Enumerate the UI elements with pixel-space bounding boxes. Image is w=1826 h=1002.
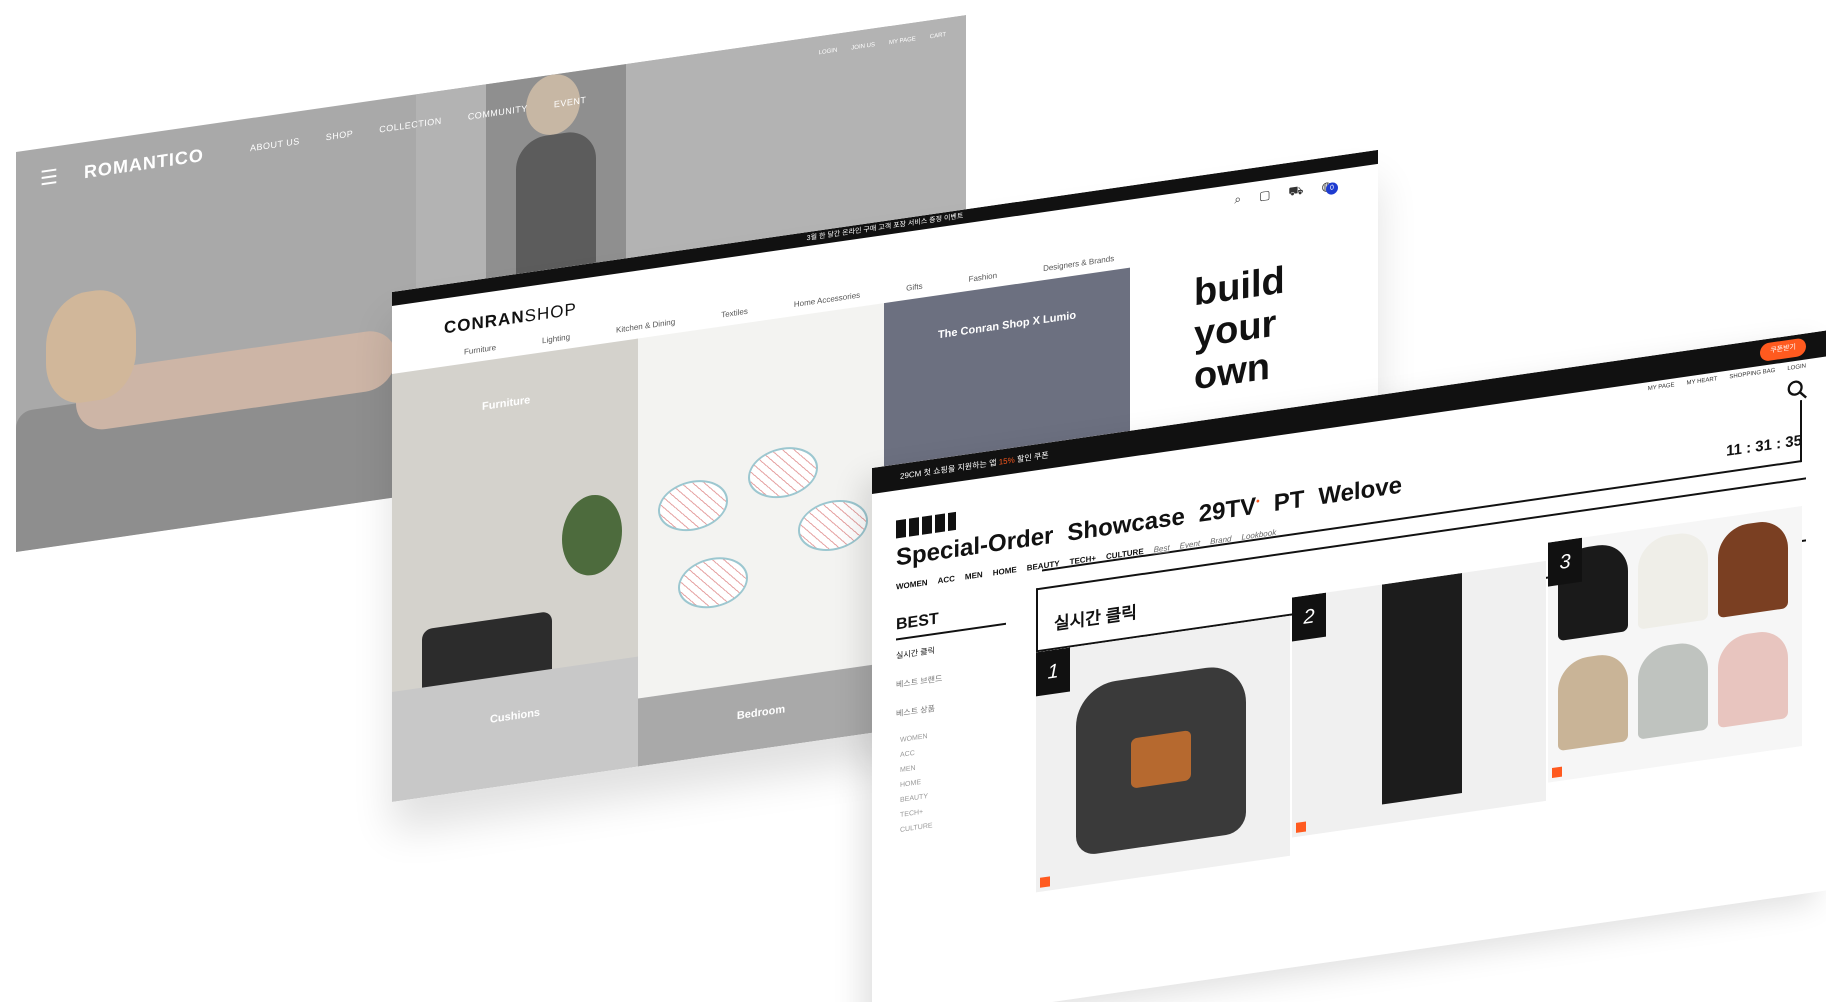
29cm-logo[interactable] bbox=[896, 511, 956, 539]
shoe-image bbox=[1718, 628, 1788, 729]
nav-collection[interactable]: COLLECTION bbox=[379, 116, 442, 135]
cat-pt[interactable]: PT bbox=[1274, 486, 1305, 518]
nav-event[interactable]: EVENT bbox=[554, 95, 587, 110]
cat-29tv-dot: • bbox=[1256, 496, 1260, 508]
coupon-button[interactable]: 쿠폰받기 bbox=[1760, 337, 1806, 363]
logo-bold: CONRAN bbox=[444, 306, 525, 338]
tile-furniture-label: Furniture bbox=[482, 394, 531, 414]
promo-text: 29CM 첫 쇼핑을 지원하는 앱 bbox=[900, 458, 997, 481]
logo-light: SHOP bbox=[524, 299, 577, 326]
sub-acc[interactable]: ACC bbox=[938, 574, 955, 585]
tile-bedroom-label: Bedroom bbox=[736, 703, 786, 723]
nav-about[interactable]: ABOUT US bbox=[250, 136, 300, 153]
label-tag bbox=[1296, 821, 1306, 833]
label-tag bbox=[1552, 766, 1562, 779]
shopping-bag-link[interactable]: SHOPPING BAG bbox=[1729, 368, 1775, 381]
hamburger-icon[interactable]: ☰ bbox=[40, 163, 58, 191]
tile-cushions-label: Cushions bbox=[489, 706, 541, 726]
search-icon[interactable]: ⌕ bbox=[1234, 192, 1241, 209]
sweater-print bbox=[1131, 730, 1191, 789]
menu-home-accessories[interactable]: Home Accessories bbox=[794, 291, 860, 310]
promo-suffix: 할인 쿠폰 bbox=[1016, 450, 1049, 465]
search-icon[interactable] bbox=[1786, 377, 1808, 402]
tile-kitchen[interactable] bbox=[638, 303, 884, 699]
menu-textiles[interactable]: Textiles bbox=[721, 307, 748, 320]
product-image-pants bbox=[1382, 572, 1462, 805]
menu-furniture[interactable]: Furniture bbox=[464, 343, 496, 357]
conran-logo[interactable]: CONRANSHOP bbox=[444, 299, 577, 338]
sub-men[interactable]: MEN bbox=[965, 570, 983, 582]
shoe-image bbox=[1638, 639, 1708, 740]
rank-badge: 1 bbox=[1036, 647, 1070, 697]
rank-badge: 3 bbox=[1548, 537, 1582, 587]
myheart-link[interactable]: MY HEART bbox=[1687, 376, 1718, 386]
menu-gifts[interactable]: Gifts bbox=[906, 282, 922, 293]
best-sidebar: BEST 실시간 클릭 베스트 브랜드 베스트 상품 WOMEN ACC MEN… bbox=[896, 600, 1006, 843]
plate-image bbox=[678, 552, 748, 613]
tile-lumio-label: The Conran Shop X Lumio bbox=[937, 309, 1077, 342]
plate-image bbox=[798, 495, 868, 556]
menu-fashion[interactable]: Fashion bbox=[969, 271, 997, 284]
conran-icons: ⌕ ▢ ⛟ ◍0 bbox=[1234, 178, 1338, 209]
nav-shop[interactable]: SHOP bbox=[326, 128, 354, 142]
romantico-logo[interactable]: ROMANTICO bbox=[84, 144, 204, 182]
sub-home[interactable]: HOME bbox=[993, 565, 1017, 577]
plate-image bbox=[748, 442, 818, 503]
cart-count-badge: 0 bbox=[1326, 181, 1338, 196]
sidebar-title: BEST bbox=[896, 600, 1006, 641]
plant-image bbox=[562, 490, 622, 580]
product-card[interactable]: 3 bbox=[1548, 505, 1802, 783]
sidebar-item-realtime[interactable]: 실시간 클릭 bbox=[896, 635, 1006, 662]
menu-kitchen[interactable]: Kitchen & Dining bbox=[616, 317, 675, 335]
truck-icon[interactable]: ⛟ bbox=[1288, 183, 1303, 201]
shoe-image bbox=[1638, 529, 1708, 630]
headline: build your own bbox=[1194, 259, 1285, 398]
bag-icon[interactable]: ▢ bbox=[1259, 187, 1270, 205]
product-card[interactable]: 2 bbox=[1292, 560, 1546, 838]
product-card[interactable]: 1 bbox=[1036, 615, 1290, 893]
mypage-link[interactable]: MY PAGE bbox=[1648, 382, 1675, 392]
shoe-image bbox=[1718, 518, 1788, 619]
sidebar-item-best-brand[interactable]: 베스트 브랜드 bbox=[896, 664, 1006, 691]
promo-percent: 15% bbox=[998, 455, 1015, 467]
menu-designers[interactable]: Designers & Brands bbox=[1043, 254, 1114, 273]
nav-community[interactable]: COMMUNITY bbox=[468, 103, 528, 122]
cart-icon[interactable]: ◍0 bbox=[1322, 178, 1338, 196]
label-tag bbox=[1040, 876, 1050, 888]
login-link[interactable]: LOGIN bbox=[1787, 363, 1806, 372]
shoe-image bbox=[1558, 651, 1628, 752]
section-title: 실시간 클릭 bbox=[1054, 602, 1137, 634]
plate-image bbox=[658, 475, 728, 536]
menu-lighting[interactable]: Lighting bbox=[542, 332, 570, 345]
sub-women[interactable]: WOMEN bbox=[896, 578, 928, 592]
sidebar-item-best-product[interactable]: 베스트 상품 bbox=[896, 693, 1006, 720]
rank-badge: 2 bbox=[1292, 592, 1326, 642]
